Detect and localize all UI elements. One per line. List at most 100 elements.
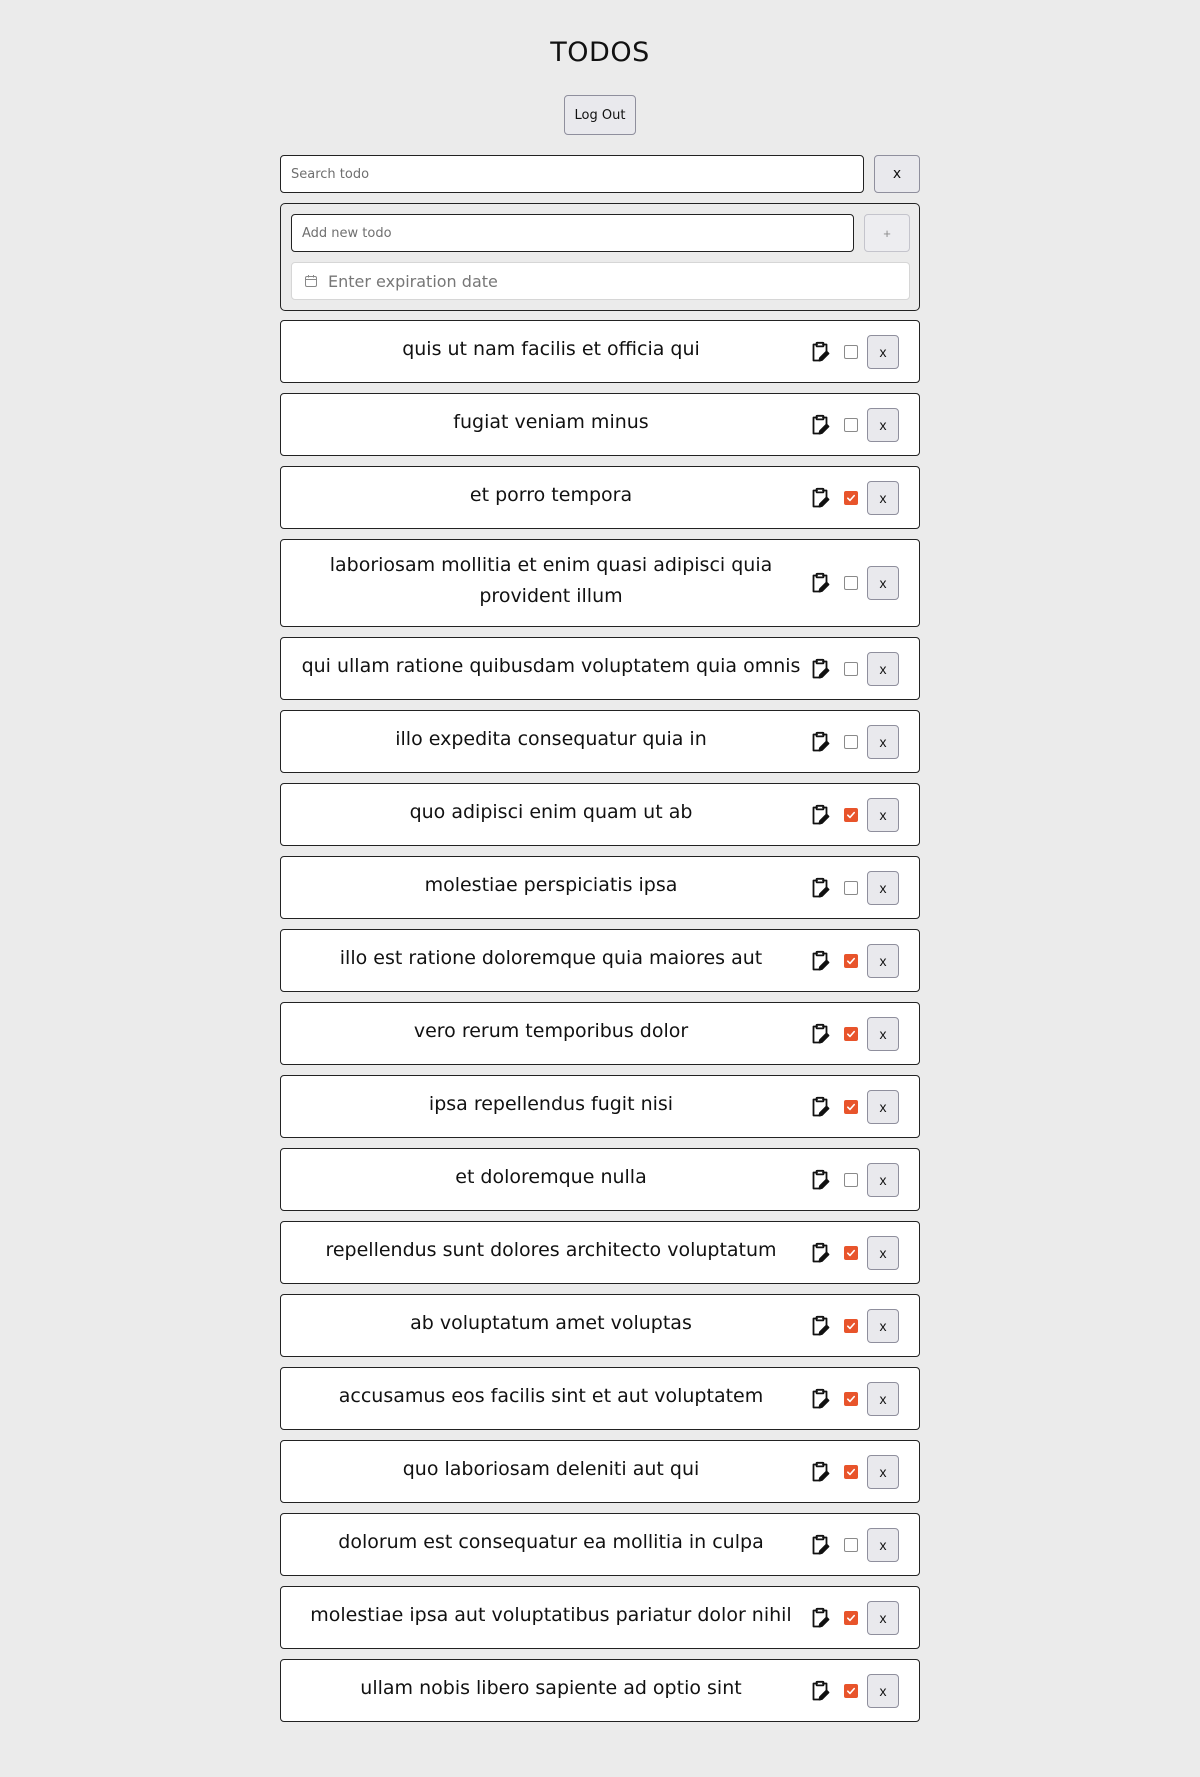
todo-item: illo est ratione doloremque quia maiores…: [280, 929, 920, 992]
todo-item: quis ut nam facilis et officia qui x: [280, 320, 920, 383]
todo-delete-button[interactable]: x: [867, 724, 899, 759]
todo-done-checkbox[interactable]: [844, 880, 858, 895]
todo-delete-button[interactable]: x: [867, 870, 899, 905]
todo-item: fugiat veniam minus x: [280, 393, 920, 456]
todo-done-checkbox[interactable]: [844, 1172, 858, 1187]
clipboard-edit-icon[interactable]: [809, 1169, 831, 1191]
todo-text: quo laboriosam deleniti aut qui: [402, 1458, 700, 1480]
todo-delete-button[interactable]: x: [867, 1527, 899, 1562]
clipboard-edit-icon[interactable]: [809, 1096, 831, 1118]
todo-done-checkbox[interactable]: [844, 1537, 858, 1552]
todo-text: molestiae ipsa aut voluptatibus pariatur…: [310, 1604, 792, 1626]
new-todo-input[interactable]: [291, 214, 854, 252]
clipboard-edit-icon[interactable]: [809, 341, 831, 363]
clipboard-edit-icon[interactable]: [809, 1534, 831, 1556]
todo-done-checkbox[interactable]: [844, 953, 858, 968]
todo-delete-button[interactable]: x: [867, 797, 899, 832]
todo-done-checkbox[interactable]: [844, 1026, 858, 1041]
todo-text: et doloremque nulla: [455, 1166, 647, 1188]
expiration-date-placeholder: Enter expiration date: [328, 271, 498, 291]
todo-delete-button[interactable]: x: [867, 1235, 899, 1270]
todo-delete-button[interactable]: x: [867, 480, 899, 515]
todo-text: accusamus eos facilis sint et aut volupt…: [338, 1385, 764, 1407]
todo-delete-button[interactable]: x: [867, 943, 899, 978]
search-input[interactable]: [280, 155, 864, 193]
todo-delete-button[interactable]: x: [867, 1162, 899, 1197]
todo-done-checkbox[interactable]: [844, 1245, 858, 1260]
todo-text: quis ut nam facilis et officia qui: [402, 338, 700, 360]
clipboard-edit-icon[interactable]: [809, 877, 831, 899]
todo-done-checkbox[interactable]: [844, 576, 858, 590]
todo-text: qui ullam ratione quibusdam voluptatem q…: [301, 655, 801, 677]
todo-done-checkbox[interactable]: [844, 490, 858, 505]
todo-item: ipsa repellendus fugit nisi x: [280, 1075, 920, 1138]
todo-item: laboriosam mollitia et enim quasi adipis…: [280, 539, 920, 627]
todo-item: ullam nobis libero sapiente ad optio sin…: [280, 1659, 920, 1722]
todo-delete-button[interactable]: x: [867, 1308, 899, 1343]
clipboard-edit-icon[interactable]: [809, 487, 831, 509]
todo-item: repellendus sunt dolores architecto volu…: [280, 1221, 920, 1284]
todo-delete-button[interactable]: x: [867, 334, 899, 369]
todo-item: dolorum est consequatur ea mollitia in c…: [280, 1513, 920, 1576]
todo-done-checkbox[interactable]: [844, 1683, 858, 1698]
clipboard-edit-icon[interactable]: [809, 414, 831, 436]
todo-item: molestiae ipsa aut voluptatibus pariatur…: [280, 1586, 920, 1649]
clipboard-edit-icon[interactable]: [809, 950, 831, 972]
todo-item: et doloremque nulla x: [280, 1148, 920, 1211]
todo-text: et porro tempora: [469, 484, 633, 506]
todo-done-checkbox[interactable]: [844, 807, 858, 822]
todo-text: quo adipisci enim quam ut ab: [409, 801, 693, 823]
clipboard-edit-icon[interactable]: [809, 1461, 831, 1483]
todo-delete-button[interactable]: x: [867, 566, 899, 600]
todo-text: ab voluptatum amet voluptas: [410, 1312, 692, 1334]
todo-done-checkbox[interactable]: [844, 417, 858, 432]
todo-text: fugiat veniam minus: [453, 411, 649, 433]
logout-button[interactable]: Log Out: [564, 95, 636, 135]
todo-delete-button[interactable]: x: [867, 1089, 899, 1124]
todo-done-checkbox[interactable]: [844, 1391, 858, 1406]
todo-delete-button[interactable]: x: [867, 1600, 899, 1635]
clipboard-edit-icon[interactable]: [809, 1315, 831, 1337]
todo-text: repellendus sunt dolores architecto volu…: [325, 1239, 777, 1261]
expiration-date-field[interactable]: Enter expiration date: [291, 262, 910, 300]
clipboard-edit-icon[interactable]: [809, 572, 831, 594]
todo-delete-button[interactable]: x: [867, 1673, 899, 1708]
calendar-icon: [304, 274, 318, 288]
add-todo-button[interactable]: +: [864, 214, 910, 252]
clipboard-edit-icon[interactable]: [809, 1388, 831, 1410]
todo-done-checkbox[interactable]: [844, 1099, 858, 1114]
todo-text: vero rerum temporibus dolor: [413, 1020, 689, 1042]
clipboard-edit-icon[interactable]: [809, 1607, 831, 1629]
todo-done-checkbox[interactable]: [844, 1464, 858, 1479]
clipboard-edit-icon[interactable]: [809, 1242, 831, 1264]
todo-item: accusamus eos facilis sint et aut volupt…: [280, 1367, 920, 1430]
todo-done-checkbox[interactable]: [844, 734, 858, 749]
todo-item: molestiae perspiciatis ipsa x: [280, 856, 920, 919]
clipboard-edit-icon[interactable]: [809, 1680, 831, 1702]
search-clear-button[interactable]: x: [874, 155, 920, 193]
clipboard-edit-icon[interactable]: [809, 804, 831, 826]
todo-delete-button[interactable]: x: [867, 1381, 899, 1416]
todo-delete-button[interactable]: x: [867, 651, 899, 686]
todo-item: illo expedita consequatur quia in x: [280, 710, 920, 773]
todo-done-checkbox[interactable]: [844, 1610, 858, 1625]
todo-done-checkbox[interactable]: [844, 661, 858, 676]
todo-item: qui ullam ratione quibusdam voluptatem q…: [280, 637, 920, 700]
todo-text: molestiae perspiciatis ipsa: [424, 874, 678, 896]
todo-done-checkbox[interactable]: [844, 1318, 858, 1333]
clipboard-edit-icon[interactable]: [809, 1023, 831, 1045]
todo-done-checkbox[interactable]: [844, 344, 858, 359]
todo-delete-button[interactable]: x: [867, 407, 899, 442]
todo-delete-button[interactable]: x: [867, 1016, 899, 1051]
todo-text: laboriosam mollitia et enim quasi adipis…: [329, 554, 773, 607]
clipboard-edit-icon[interactable]: [809, 731, 831, 753]
clipboard-edit-icon[interactable]: [809, 658, 831, 680]
todo-delete-button[interactable]: x: [867, 1454, 899, 1489]
todo-text: ullam nobis libero sapiente ad optio sin…: [360, 1677, 742, 1699]
todo-list: quis ut nam facilis et officia qui x fugia…: [280, 320, 920, 1732]
todo-item: ab voluptatum amet voluptas x: [280, 1294, 920, 1357]
todo-item: et porro tempora x: [280, 466, 920, 529]
todo-item: vero rerum temporibus dolor x: [280, 1002, 920, 1065]
page-title: TODOS: [550, 37, 650, 68]
todo-text: illo expedita consequatur quia in: [395, 728, 707, 750]
